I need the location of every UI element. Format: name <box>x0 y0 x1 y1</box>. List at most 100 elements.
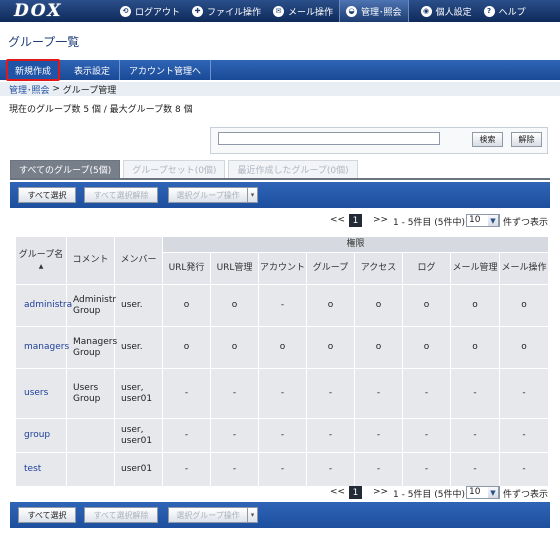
chevron-down-icon[interactable]: ▾ <box>248 187 258 203</box>
permission-cell: - <box>450 418 500 453</box>
group-comment <box>66 418 115 453</box>
group-members: user, user01 <box>114 418 163 453</box>
prev-page-link[interactable]: << <box>330 487 345 497</box>
next-page-link[interactable]: >> <box>373 487 388 497</box>
breadcrumb: 管理･照会 > グループ管理 <box>0 82 560 96</box>
nav-admin[interactable]: ◒ 管理･照会 <box>339 0 409 22</box>
group-operation-button[interactable]: 選択グループ操作 <box>168 507 248 523</box>
permission-cell: o <box>354 326 403 369</box>
dropdown-arrow-icon[interactable]: ▼ <box>488 486 499 499</box>
select-all-button[interactable]: すべて選択 <box>18 187 76 203</box>
search-input[interactable] <box>218 132 440 145</box>
col-header-perm-mail-operate: メール操作 <box>498 252 550 285</box>
per-page-suffix: 件ずつ表示 <box>503 490 549 500</box>
page-title: グループ一覧 <box>8 35 80 49</box>
chevron-down-icon[interactable]: ▾ <box>248 507 258 523</box>
permission-cell: o <box>354 284 403 327</box>
group-members: user. <box>114 284 163 327</box>
col-header-members: メンバー <box>114 236 163 285</box>
permission-cell: - <box>258 418 307 453</box>
group-comment: Managers Group <box>66 326 117 369</box>
permission-cell: - <box>450 368 500 419</box>
create-new-button[interactable]: 新規作成 <box>6 59 61 81</box>
table-row[interactable]: administra Administr Group user. o o - o o o o o <box>15 284 550 327</box>
permission-cell: o <box>306 284 355 327</box>
permission-cell: - <box>354 418 403 453</box>
nav-label: ヘルプ <box>498 7 526 18</box>
permission-cell: - <box>498 452 550 487</box>
group-name-link[interactable]: administra <box>15 284 72 327</box>
deselect-all-button[interactable]: すべて選択解除 <box>84 507 158 523</box>
page-range-info: 1 - 5件目 (5件中) <box>393 490 466 500</box>
group-members: user, user01 <box>114 368 163 419</box>
permission-cell: - <box>210 418 259 453</box>
permission-cell: - <box>402 368 451 419</box>
clear-button[interactable]: 解除 <box>511 132 542 147</box>
permission-cell: - <box>354 452 403 487</box>
permission-cell: - <box>354 368 403 419</box>
page-range-info: 1 - 5件目 (5件中) <box>393 218 466 228</box>
col-header-perm-mail-manage: メール管理 <box>450 252 500 285</box>
tab-group-sets[interactable]: グループセット(0個) <box>123 160 226 178</box>
group-name-link[interactable]: group <box>15 418 67 453</box>
group-operation-button[interactable]: 選択グループ操作 <box>168 187 248 203</box>
tab-divider <box>10 178 550 180</box>
col-header-perm-access: アクセス <box>354 252 403 285</box>
header-label: グループ名 <box>18 249 64 260</box>
deselect-all-button[interactable]: すべて選択解除 <box>84 187 158 203</box>
col-header-perm-url-issue: URL発行 <box>162 252 211 285</box>
group-members: user01 <box>114 452 163 487</box>
permission-cell: - <box>162 368 211 419</box>
group-table: グループ名 ▲ コメント メンバー 権限 URL発行 URL管理 アカウント グ… <box>15 236 550 487</box>
group-comment <box>66 452 115 487</box>
permission-cell: o <box>306 326 355 369</box>
permission-cell: - <box>498 368 550 419</box>
group-name-link[interactable]: test <box>15 452 67 487</box>
account-management-link[interactable]: アカウント管理へ <box>120 60 212 80</box>
dropdown-arrow-icon[interactable]: ▼ <box>488 214 499 227</box>
permission-cell: o <box>162 284 211 327</box>
permissions-header: 権限 <box>161 236 550 253</box>
next-page-link[interactable]: >> <box>373 215 388 225</box>
breadcrumb-current: グループ管理 <box>62 85 117 96</box>
col-header-perm-group: グループ <box>306 252 355 285</box>
nav-personal-settings[interactable]: ◉ 個人設定 <box>415 0 478 22</box>
permission-cell: - <box>498 418 550 453</box>
permission-cell: o <box>450 284 500 327</box>
breadcrumb-admin-link[interactable]: 管理･照会 <box>9 83 50 96</box>
permission-cell: o <box>450 326 500 369</box>
table-row[interactable]: group user, user01- - - - - - - - <box>15 418 550 453</box>
top-toolbar: すべて選択 すべて選択解除 選択グループ操作 ▾ <box>10 182 550 208</box>
nav-mail-operations[interactable]: ✉ メール操作 <box>267 0 339 22</box>
table-row[interactable]: managers Managers Group user. o o o o o o o o <box>15 326 550 369</box>
search-button[interactable]: 検索 <box>472 132 503 147</box>
permission-cell: - <box>210 452 259 487</box>
nav-logout[interactable]: ⟲ ログアウト <box>114 0 186 22</box>
permission-cell: o <box>210 284 259 327</box>
table-row[interactable]: test user01- - - - - - - - <box>15 452 550 487</box>
col-header-perm-log: ログ <box>402 252 451 285</box>
bottom-pager: << 1 >> 1 - 5件目 (5件中) 10 ▼ 件ずつ表示 <box>0 486 560 500</box>
display-settings-button[interactable]: 表示設定 <box>60 60 121 80</box>
nav-file-operations[interactable]: ✚ ファイル操作 <box>186 0 267 22</box>
group-name-link[interactable]: users <box>15 368 67 419</box>
per-page-suffix: 件ずつ表示 <box>503 218 549 228</box>
group-name-link[interactable]: managers <box>15 326 69 369</box>
nav-label: 管理･照会 <box>361 7 402 18</box>
col-header-name[interactable]: グループ名 ▲ <box>15 236 67 285</box>
nav-label: メール操作 <box>288 7 334 18</box>
nav-help[interactable]: ? ヘルプ <box>478 0 532 22</box>
permission-cell: - <box>306 368 355 419</box>
col-header-perm-url-manage: URL管理 <box>210 252 259 285</box>
permission-cell: - <box>258 368 307 419</box>
permission-cell: - <box>306 452 355 487</box>
dox-logo: DOX <box>14 1 63 21</box>
permission-cell: - <box>162 418 211 453</box>
permission-cell: - <box>258 284 307 327</box>
tab-all-groups[interactable]: すべてのグループ(5個) <box>10 160 121 178</box>
table-row[interactable]: users Users Group user, user01- - - - - - - - <box>15 368 550 419</box>
select-all-button[interactable]: すべて選択 <box>18 507 76 523</box>
current-page: 1 <box>349 214 362 227</box>
prev-page-link[interactable]: << <box>330 215 345 225</box>
tab-recent-groups[interactable]: 最近作成したグループ(0個) <box>228 160 358 178</box>
